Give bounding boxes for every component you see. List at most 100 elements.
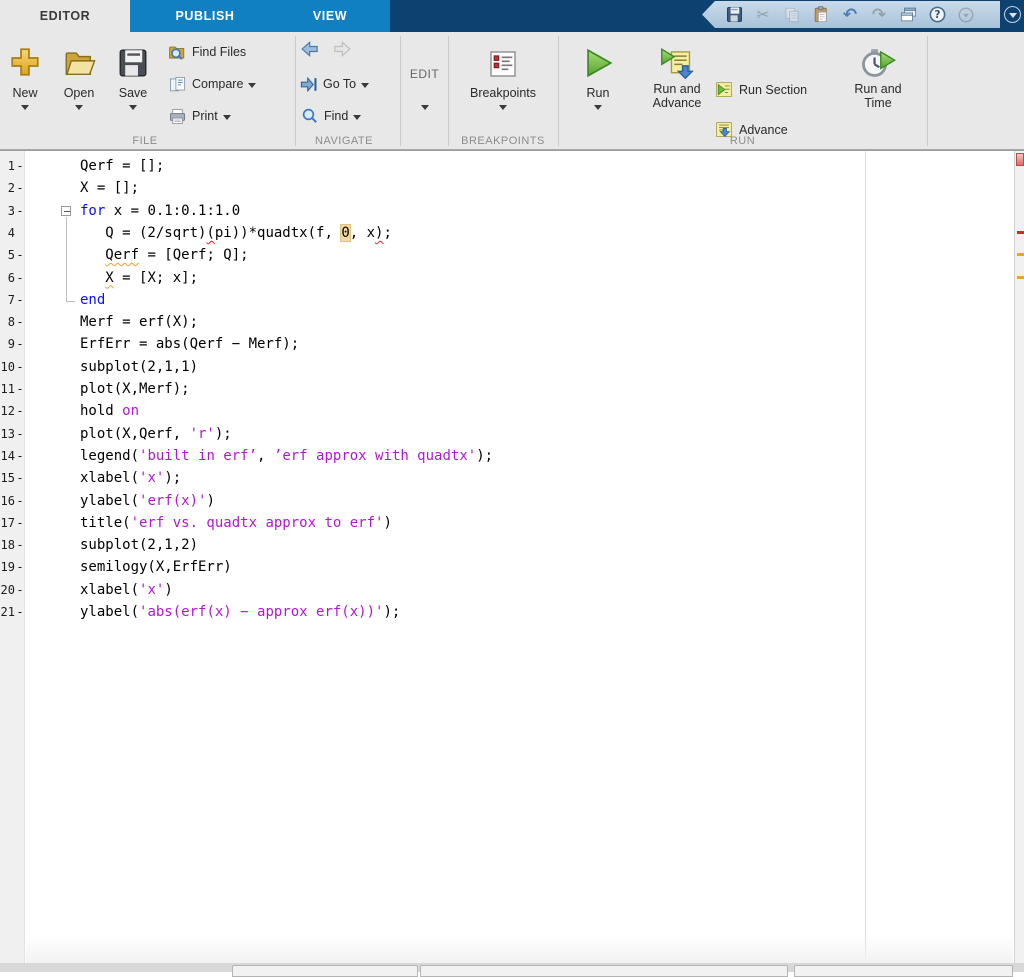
code-line[interactable]: ylabel('erf(x)') — [0, 490, 1003, 512]
open-button[interactable]: Open — [52, 36, 106, 134]
code-line[interactable]: hold on — [0, 400, 1003, 422]
paste-icon[interactable] — [811, 5, 831, 25]
toolstrip: New Open Save Find Files Compare Print F… — [0, 32, 1024, 169]
tab-view[interactable]: VIEW — [285, 0, 375, 32]
window-dropdown-icon[interactable] — [1004, 6, 1021, 23]
code-token: subplot(2,1,1) — [80, 358, 199, 375]
titlebar: EDITOR PUBLISH VIEW ✂ ↶ ↷ ? — [0, 0, 1024, 32]
save-icon[interactable] — [724, 5, 744, 25]
status-panel — [794, 965, 1013, 977]
code-line[interactable]: end — [0, 289, 1003, 311]
edit-section-button[interactable]: EDIT — [401, 32, 448, 144]
new-dropdown-arrow[interactable] — [21, 105, 29, 110]
run-and-time-button[interactable]: Run and Time — [848, 36, 908, 134]
open-dropdown-arrow[interactable] — [75, 105, 83, 110]
code-fold-toggle-icon[interactable] — [61, 205, 71, 216]
new-button-label: New — [12, 86, 38, 100]
compare-icon — [169, 76, 186, 91]
quick-access-toolbar: ✂ ↶ ↷ ? — [702, 1, 1000, 28]
fold-guide-line — [66, 216, 67, 301]
code-token: , x — [349, 224, 376, 241]
code-line[interactable]: X = [X; x]; — [0, 267, 1003, 289]
print-dropdown-arrow[interactable] — [222, 114, 231, 120]
code-line[interactable]: Qerf = []; — [0, 155, 1003, 177]
section-divider — [448, 36, 449, 146]
save-dropdown-arrow[interactable] — [129, 105, 137, 110]
status-panel — [420, 965, 788, 977]
code-token: xlabel( — [80, 581, 140, 598]
string-token: 'x' — [139, 470, 165, 487]
breakpoints-dropdown-arrow[interactable] — [499, 105, 507, 110]
code-line[interactable]: ylabel('abs(erf(x) − approx erf(x))'); — [0, 601, 1003, 623]
run-section-button[interactable]: Run Section — [714, 80, 807, 100]
code-line[interactable]: semilogy(X,ErfErr) — [0, 556, 1003, 578]
forward-arrow-icon — [334, 40, 351, 57]
code-line[interactable]: legend('built in erf’, ’erf approx with … — [0, 445, 1003, 467]
code-editor[interactable]: 1-2-3-4 5-6-7-8-9-10-11-12-13-14-15-16-17… — [0, 150, 1024, 963]
cut-icon[interactable]: ✂ — [753, 5, 773, 25]
code-line[interactable]: subplot(2,1,1) — [0, 356, 1003, 378]
dropdown-icon[interactable] — [956, 5, 976, 25]
run-dropdown-arrow[interactable] — [594, 105, 602, 110]
compare-dropdown-arrow[interactable] — [248, 82, 257, 88]
code-token: semilogy(X,ErfErr) — [80, 559, 232, 576]
code-line[interactable]: Merf = erf(X); — [0, 311, 1003, 333]
goto-dropdown-arrow[interactable] — [361, 82, 370, 88]
warning-mark[interactable] — [1017, 275, 1024, 279]
code-line[interactable]: plot(X,Qerf, 'r'); — [0, 423, 1003, 445]
code-line[interactable]: xlabel('x'); — [0, 467, 1003, 489]
code-line[interactable]: plot(X,Merf); — [0, 378, 1003, 400]
new-button[interactable]: New — [0, 36, 52, 134]
code-token: xlabel( — [80, 470, 140, 487]
compare-button[interactable]: Compare — [168, 74, 257, 94]
error-mark[interactable] — [1017, 230, 1024, 234]
run-button[interactable]: Run — [571, 36, 625, 134]
string-token: 'abs(erf(x) − approx erf(x))' — [139, 604, 384, 620]
open-button-label: Open — [63, 86, 95, 100]
code-area[interactable]: Qerf = []; X = []; for x = 0.1:0.1:1.0 Q =… — [0, 151, 1013, 963]
code-line[interactable]: title('erf vs. quadtx approx to erf') — [0, 512, 1003, 534]
tab-publish[interactable]: PUBLISH — [150, 0, 260, 32]
goto-button[interactable]: Go To — [299, 74, 370, 94]
code-token: ( — [206, 224, 215, 241]
help-icon[interactable]: ? — [927, 5, 947, 25]
edit-dropdown-arrow[interactable] — [420, 104, 429, 110]
code-line[interactable]: Q = (2/sqrt)(pi))*quadtx(f, 0, x); — [0, 222, 1003, 244]
back-button[interactable] — [300, 39, 321, 62]
string-token: 'erf(x)' — [139, 492, 207, 509]
code-line[interactable]: X = []; — [0, 177, 1003, 199]
code-token: ); — [383, 604, 401, 620]
code-line[interactable]: for x = 0.1:0.1:1.0 — [0, 200, 1003, 222]
fold-guide-corner — [66, 300, 75, 302]
code-token: plot(X,Qerf, — [80, 425, 190, 442]
warning-mark[interactable] — [1017, 253, 1024, 257]
breakpoints-button[interactable]: Breakpoints — [468, 36, 538, 134]
redo-icon[interactable]: ↷ — [869, 5, 889, 25]
tab-editor[interactable]: EDITOR — [0, 0, 130, 32]
code-token: ylabel( — [80, 492, 140, 509]
code-token: = [X; x]; — [113, 269, 199, 286]
run-and-advance-button[interactable]: Run and Advance — [646, 36, 708, 134]
find-files-button[interactable]: Find Files — [168, 42, 246, 62]
code-line[interactable]: Qerf = [Qerf; Q]; — [0, 244, 1003, 266]
code-token: Qerf = []; — [80, 158, 165, 174]
forward-button[interactable] — [331, 39, 352, 62]
print-button[interactable]: Print — [168, 106, 231, 126]
windows-icon[interactable] — [898, 5, 918, 25]
code-line[interactable]: ErfErr = abs(Qerf − Merf); — [0, 333, 1003, 355]
code-line[interactable]: xlabel('x') — [0, 579, 1003, 601]
code-token: Qerf — [105, 247, 140, 264]
code-token: ); — [214, 425, 232, 442]
message-annotation-bar[interactable] — [1014, 151, 1024, 963]
code-line[interactable]: subplot(2,1,2) — [0, 534, 1003, 556]
find-label: Find — [324, 109, 349, 123]
undo-icon[interactable]: ↶ — [840, 5, 860, 25]
find-button[interactable]: Find — [301, 106, 362, 126]
copy-icon[interactable] — [782, 5, 802, 25]
run-and-time-label-2: Time — [864, 96, 892, 110]
save-button[interactable]: Save — [106, 36, 160, 134]
find-dropdown-arrow[interactable] — [353, 114, 362, 120]
code-token: , — [257, 447, 274, 464]
message-indicator-box[interactable] — [1016, 153, 1024, 166]
breakpoints-icon — [487, 36, 519, 80]
